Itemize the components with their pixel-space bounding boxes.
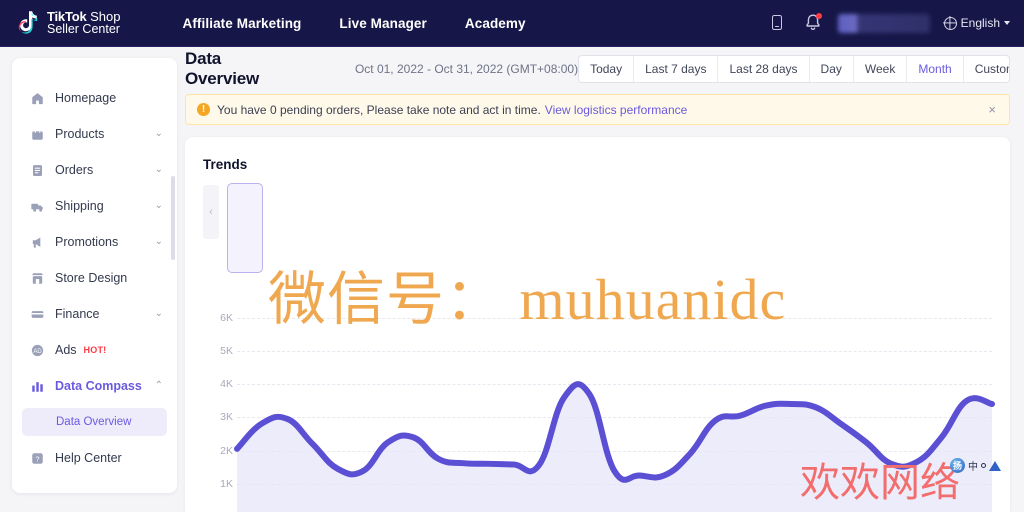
truck-icon bbox=[30, 199, 45, 214]
brand-text: TikTok Shop Seller Center bbox=[47, 10, 120, 36]
bar-chart-icon bbox=[30, 379, 45, 394]
sidebar-item-label: Ads bbox=[55, 343, 77, 357]
sidebar-scrollbar[interactable] bbox=[171, 176, 175, 260]
chevron-down-icon: ⌄ bbox=[154, 164, 163, 175]
range-today[interactable]: Today bbox=[579, 56, 635, 82]
chevron-down-icon: ⌄ bbox=[154, 236, 163, 247]
sidebar-item-label: Orders bbox=[55, 163, 94, 177]
chart-y-tick-label: 3K bbox=[220, 411, 233, 424]
trends-title: Trends bbox=[203, 157, 248, 172]
warning-icon: ! bbox=[197, 103, 210, 116]
range-last-28-days[interactable]: Last 28 days bbox=[718, 56, 810, 82]
storefront-icon bbox=[30, 271, 45, 286]
sidebar-subitem-label: Data Overview bbox=[56, 416, 132, 428]
range-month[interactable]: Month bbox=[907, 56, 964, 82]
card-icon bbox=[30, 307, 45, 322]
sidebar-subitem-data-overview[interactable]: Data Overview bbox=[22, 408, 167, 436]
trends-card: Trends ‹ 6K 5K 4K 3K 2K 1K bbox=[185, 137, 1010, 512]
sidebar-item-label: Homepage bbox=[55, 91, 117, 105]
sidebar-item-label: Store Design bbox=[55, 271, 128, 285]
range-day[interactable]: Day bbox=[810, 56, 854, 82]
top-navigation-bar: TikTok Shop Seller Center Affiliate Mark… bbox=[0, 0, 1024, 47]
sidebar-item-promotions[interactable]: Promotions ⌄ bbox=[12, 224, 177, 260]
chart-y-tick-label: 2K bbox=[220, 444, 233, 457]
sidebar-item-shipping[interactable]: Shipping ⌄ bbox=[12, 188, 177, 224]
sidebar-item-homepage[interactable]: Homepage bbox=[12, 80, 177, 116]
sidebar-item-help-center[interactable]: ? Help Center bbox=[12, 440, 177, 476]
status-badge-hot: HOT! bbox=[83, 345, 107, 355]
svg-text:AD: AD bbox=[33, 348, 42, 354]
megaphone-icon bbox=[30, 235, 45, 250]
chevron-down-icon: ⌄ bbox=[154, 308, 163, 319]
range-last-7-days[interactable]: Last 7 days bbox=[634, 56, 719, 82]
help-icon: ? bbox=[30, 451, 45, 466]
chart-plot-area bbox=[237, 287, 992, 512]
language-selector[interactable]: English bbox=[943, 16, 1010, 30]
page-title: Data Overview bbox=[185, 49, 260, 88]
chart-area-fill bbox=[237, 384, 992, 512]
close-icon[interactable]: × bbox=[986, 101, 998, 118]
language-label: English bbox=[960, 16, 1000, 30]
nav-link-live-manager[interactable]: Live Manager bbox=[339, 16, 426, 31]
chart-y-tick-label: 4K bbox=[220, 378, 233, 391]
sidebar-item-label: Products bbox=[55, 127, 105, 141]
chart-y-tick-label: 5K bbox=[220, 344, 233, 357]
range-custom[interactable]: Custom bbox=[964, 56, 1009, 82]
chevron-up-icon: ⌃ bbox=[154, 380, 163, 391]
bag-icon bbox=[30, 127, 45, 142]
ads-icon: AD bbox=[30, 343, 45, 358]
sidebar-item-data-compass[interactable]: Data Compass ⌃ bbox=[12, 368, 177, 404]
brand-logo-area[interactable]: TikTok Shop Seller Center bbox=[16, 10, 120, 36]
pending-orders-alert: ! You have 0 pending orders, Please take… bbox=[185, 94, 1010, 125]
metric-card-selected[interactable] bbox=[227, 183, 263, 273]
svg-text:?: ? bbox=[35, 454, 39, 463]
notification-bell-icon[interactable] bbox=[802, 12, 824, 34]
mobile-phone-icon[interactable] bbox=[766, 12, 788, 34]
sidebar-item-label: Finance bbox=[55, 307, 100, 321]
nav-link-academy[interactable]: Academy bbox=[465, 16, 526, 31]
chart-y-tick-label: 6K bbox=[220, 311, 233, 324]
chevron-down-icon: ⌄ bbox=[154, 200, 163, 211]
sidebar-item-store-design[interactable]: Store Design bbox=[12, 260, 177, 296]
sidebar-item-finance[interactable]: Finance ⌄ bbox=[12, 296, 177, 332]
tiktok-note-icon bbox=[16, 10, 40, 36]
page-header: Data Overview Oct 01, 2022 - Oct 31, 202… bbox=[177, 47, 1024, 91]
sidebar-item-orders[interactable]: Orders ⌄ bbox=[12, 152, 177, 188]
document-icon bbox=[30, 163, 45, 178]
alert-message: You have 0 pending orders, Please take n… bbox=[217, 102, 541, 117]
user-account-avatar[interactable] bbox=[837, 13, 930, 33]
view-logistics-performance-link[interactable]: View logistics performance bbox=[545, 103, 688, 117]
sidebar-menu: Homepage Products ⌄ Orders ⌄ Shipping ⌄ … bbox=[12, 58, 177, 486]
globe-icon bbox=[943, 16, 957, 30]
chevron-down-icon bbox=[1004, 21, 1010, 25]
sidebar-item-label: Help Center bbox=[55, 451, 122, 465]
top-nav-right-cluster: English bbox=[766, 12, 1010, 34]
sidebar: Homepage Products ⌄ Orders ⌄ Shipping ⌄ … bbox=[12, 58, 177, 493]
sidebar-item-label: Promotions bbox=[55, 235, 119, 249]
sidebar-item-products[interactable]: Products ⌄ bbox=[12, 116, 177, 152]
sidebar-item-label: Data Compass bbox=[55, 379, 142, 393]
sidebar-item-label: Shipping bbox=[55, 199, 104, 213]
top-nav-links: Affiliate Marketing Live Manager Academy bbox=[182, 16, 525, 31]
range-week[interactable]: Week bbox=[854, 56, 908, 82]
chart-y-tick-label: 1K bbox=[220, 477, 233, 490]
brand-subtitle: Seller Center bbox=[47, 22, 120, 36]
date-range-segmented-control: Today Last 7 days Last 28 days Day Week … bbox=[578, 55, 1010, 83]
sidebar-item-ads[interactable]: AD Ads HOT! bbox=[12, 332, 177, 368]
trends-chart: 6K 5K 4K 3K 2K 1K bbox=[185, 287, 1010, 512]
main-content: Data Overview Oct 01, 2022 - Oct 31, 202… bbox=[177, 47, 1024, 512]
date-range-label: Oct 01, 2022 - Oct 31, 2022 (GMT+08:00) bbox=[354, 62, 579, 76]
chevron-down-icon: ⌄ bbox=[154, 128, 163, 139]
notification-dot bbox=[815, 13, 822, 19]
carousel-prev-button[interactable]: ‹ bbox=[203, 185, 219, 239]
nav-link-affiliate-marketing[interactable]: Affiliate Marketing bbox=[182, 16, 301, 31]
app-root: TikTok Shop Seller Center Affiliate Mark… bbox=[0, 0, 1024, 512]
home-icon bbox=[30, 91, 45, 106]
